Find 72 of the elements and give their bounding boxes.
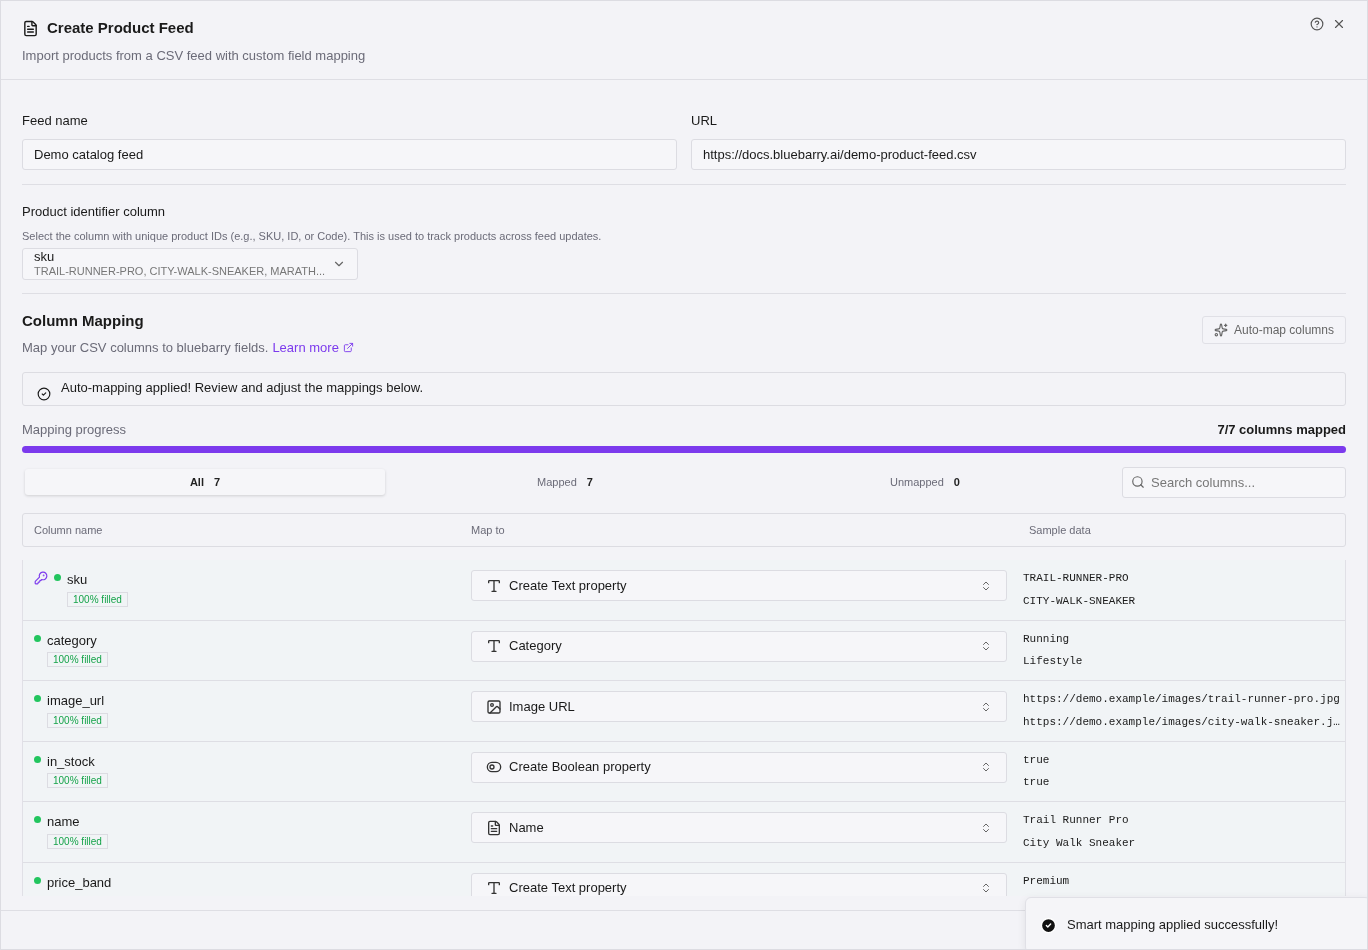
- toast-message: Smart mapping applied successfully!: [1067, 916, 1278, 935]
- sample-value: Premium: [1023, 873, 1071, 889]
- column-name: category: [47, 631, 98, 650]
- fill-badge: 100% filled: [47, 833, 108, 849]
- field-label: Feed name: [22, 112, 89, 130]
- text-type-icon: [486, 638, 502, 654]
- progress-label: Mapping progress: [22, 420, 127, 439]
- sample-value: Trail Runner Pro: [1023, 813, 1130, 828]
- field-label: Product identifier column: [22, 202, 167, 221]
- up-down-chevron-icon: [980, 882, 992, 894]
- progress-count: 7/7 columns mapped: [1217, 420, 1346, 439]
- document-icon: [22, 19, 39, 37]
- column-name: in_stock: [47, 752, 96, 771]
- toggle-icon: [486, 759, 502, 775]
- check-circle-icon: [1040, 916, 1057, 934]
- sample-value: true: [1023, 775, 1051, 790]
- text-field[interactable]: https://docs.bluebarry.ai/demo-product-feed.csv: [691, 138, 1346, 170]
- filter-tab[interactable]: Unmapped 0: [745, 469, 1105, 495]
- field-select[interactable]: Create Boolean property: [471, 751, 1007, 783]
- search-icon: [1131, 475, 1145, 489]
- fill-badge: 100% filled: [67, 591, 128, 607]
- field-select[interactable]: Create Text property: [471, 872, 1007, 896]
- filter-tab[interactable]: All 7: [25, 469, 385, 495]
- text-type-icon: [486, 880, 502, 896]
- column-name: sku: [67, 571, 89, 589]
- column-header: Column name: [34, 522, 104, 538]
- column-header: Sample data: [1028, 522, 1092, 538]
- help-button[interactable]: [1310, 17, 1324, 31]
- learn-more-link[interactable]: Learn more: [272, 338, 354, 358]
- auto-map-button[interactable]: Auto-map columns: [1201, 315, 1346, 344]
- alert-text: Auto-mapping applied! Review and adjust the mappings below.: [61, 378, 424, 397]
- column-name: price_band: [47, 873, 112, 892]
- field-hint: Select the column with unique product IDs (e.g., SKU, ID, or Code). This is used to track products across feed updates.: [22, 229, 603, 244]
- up-down-chevron-icon: [980, 640, 992, 652]
- sample-value: Running: [1023, 631, 1071, 647]
- sparkles-icon: [1213, 322, 1228, 337]
- field-select[interactable]: Image URL: [471, 691, 1007, 722]
- sample-value: https://demo.example/images/trail-runner-pro.jpg: [1023, 692, 1340, 707]
- sample-value: CITY-WALK-SNEAKER: [1023, 593, 1137, 609]
- sample-value: TRAIL-RUNNER-PRO: [1023, 571, 1130, 586]
- field-label: URL: [691, 112, 718, 130]
- close-button[interactable]: [1332, 17, 1346, 31]
- field-select[interactable]: Category: [471, 630, 1007, 662]
- filter-tab[interactable]: Mapped 7: [385, 469, 745, 495]
- field-select[interactable]: Create Text property: [471, 570, 1007, 601]
- section-title: Column Mapping: [22, 310, 145, 331]
- up-down-chevron-icon: [980, 700, 992, 713]
- document-icon: [486, 819, 502, 836]
- sample-value: Lifestyle: [1023, 654, 1084, 669]
- up-down-chevron-icon: [980, 821, 992, 834]
- sample-value: true: [1023, 752, 1051, 768]
- column-name: image_url: [47, 692, 106, 710]
- column-name: name: [47, 813, 81, 831]
- image-icon: [486, 698, 502, 715]
- identifier-select[interactable]: sku TRAIL-RUNNER-PRO, CITY-WALK-SNEAKER, MARATH...: [22, 247, 358, 280]
- sample-value: https://demo.example/images/city-walk-sneaker.j…: [1023, 714, 1340, 730]
- field-select[interactable]: Name: [471, 812, 1007, 843]
- text-type-icon: [486, 577, 502, 594]
- fill-badge: 100% filled: [47, 712, 108, 728]
- fill-badge: 100% filled: [47, 652, 108, 667]
- dialog-title: Create Product Feed: [47, 18, 194, 38]
- text-field[interactable]: Demo catalog feed: [22, 138, 677, 170]
- check-circle-icon: [37, 386, 51, 401]
- up-down-chevron-icon: [980, 579, 992, 592]
- fill-badge: 100% filled: [47, 773, 108, 788]
- up-down-chevron-icon: [980, 761, 992, 773]
- sample-value: City Walk Sneaker: [1023, 835, 1137, 851]
- dialog-subtitle: Import products from a CSV feed with custom field mapping: [22, 46, 366, 65]
- column-header: Map to: [471, 522, 506, 538]
- section-description: Map your CSV columns to bluebarry fields.: [22, 339, 269, 357]
- search-field[interactable]: Search columns...: [1122, 466, 1346, 498]
- external-link-icon: [342, 342, 354, 354]
